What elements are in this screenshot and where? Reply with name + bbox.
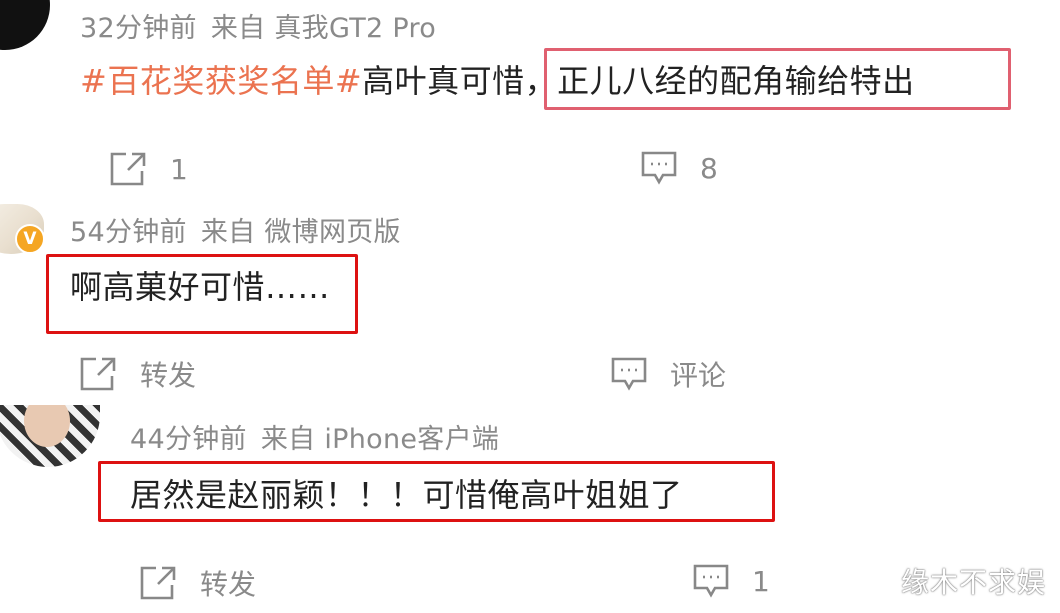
avatar[interactable] [0,405,100,467]
share-box-arrow-icon [80,357,116,391]
speech-bubble-icon [641,151,677,185]
highlight-box [98,461,775,522]
topic-link[interactable]: #百花奖获奖名单# [80,62,362,100]
comment-time: 44分钟前 [130,424,247,455]
speech-bubble-icon [693,564,729,598]
speech-bubble-icon [611,357,647,391]
avatar-face [24,405,70,447]
verified-v-badge-icon: V [15,224,45,254]
repost-button[interactable]: 转发 [78,354,196,394]
comment-time: 54分钟前 [70,217,187,248]
comment-1: 32分钟前 来自 真我GT2 Pro #百花奖获奖名单#高叶真可惜，正儿八经的配角… [0,0,1060,200]
share-box-arrow-icon [140,566,176,600]
comment-2: V 54分钟前 来自 微博网页版 啊高菓好可惜…… 转发 评论 [0,200,1060,400]
watermark: 缘木不求娱 [900,566,1046,599]
comment-button[interactable]: 评论 [610,354,726,394]
comment-meta: 44分钟前 来自 iPhone客户端 [130,417,499,456]
comment-button[interactable]: 8 [640,150,718,186]
comment-source: 来自 真我GT2 Pro [210,13,437,44]
avatar[interactable] [0,0,50,50]
comment-text-part1: 高叶真可惜 [362,62,525,100]
comment-count: 8 [700,151,718,185]
repost-label: 转发 [200,568,257,601]
comment-meta: 32分钟前 来自 真我GT2 Pro [80,6,436,45]
comment-button[interactable]: 1 [692,563,770,599]
comment-label: 评论 [670,359,727,392]
comment-count: 1 [752,564,770,598]
repost-count: 1 [170,152,188,186]
share-box-arrow-icon [110,152,146,186]
highlight-box [46,254,358,334]
repost-button[interactable]: 1 [108,150,188,188]
repost-label: 转发 [140,359,197,392]
comment-meta: 54分钟前 来自 微博网页版 [70,210,401,249]
comment-source: 来自 微博网页版 [200,217,401,248]
highlight-box [544,48,1011,110]
comment-time: 32分钟前 [80,13,197,44]
repost-button[interactable]: 转发 [138,563,256,603]
comment-source: 来自 iPhone客户端 [260,424,500,455]
